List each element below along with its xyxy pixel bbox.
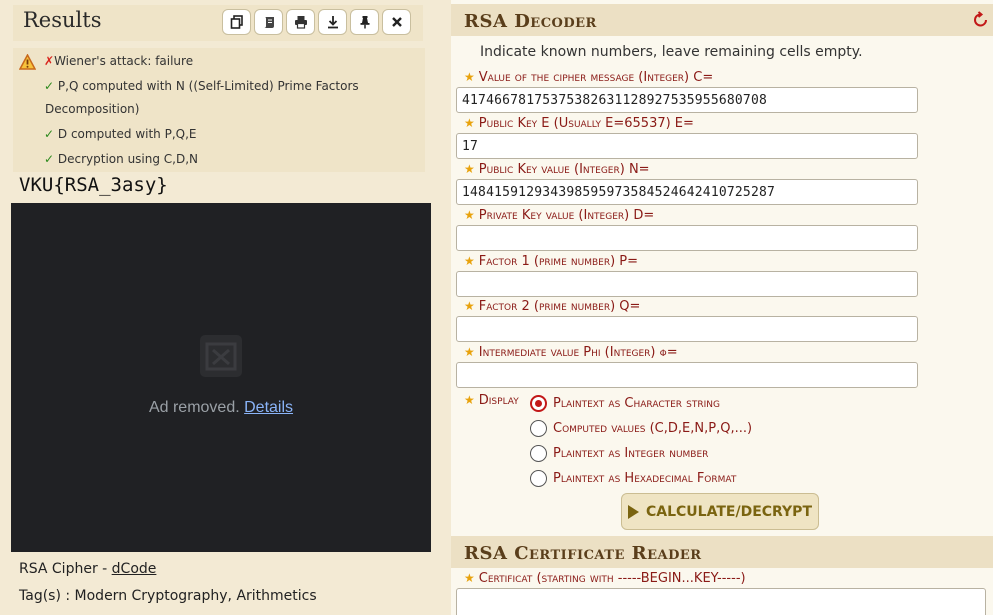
radio-computed-values[interactable]: Computed values (C,D,E,N,P,Q,...) [530,418,752,438]
radio-plaintext-hex[interactable]: Plaintext as Hexadecimal Format [530,468,736,488]
radio-button[interactable] [530,419,547,437]
field-label-d: ★ Private Key value (Integer) D= [464,208,654,223]
radio-label: Computed values (C,D,E,N,P,Q,...) [553,420,753,436]
field-label-q-text: Factor 2 (prime number) Q= [478,299,641,314]
log-attack-text: Wiener's attack: failure [54,54,194,68]
decoder-header: RSA Decoder [451,4,993,36]
ad-placeholder: Ad removed. Details [11,203,431,552]
decrypted-result[interactable]: VKU{RSA_3asy} [19,174,168,196]
radio-plaintext-integer[interactable]: Plaintext as Integer number [530,443,708,463]
results-title: Results [23,8,102,32]
star-icon: ★ [464,571,475,585]
field-label-phi: ★ Intermediate value Phi (Integer) φ= [464,345,678,360]
close-icon [391,17,402,27]
pin-button[interactable] [350,9,379,35]
field-label-n-text: Public Key value (Integer) N= [478,162,650,177]
cipher-c-input[interactable] [456,87,918,113]
calculate-label: CALCULATE/DECRYPT [646,503,812,520]
radio-label: Plaintext as Integer number [553,445,709,461]
log-d-line: ✓ D computed with P,Q,E [44,126,196,142]
star-icon: ★ [464,299,475,313]
download-button[interactable] [318,9,347,35]
copy-button[interactable] [222,9,251,35]
log-pq-cont: Decomposition) [45,102,140,116]
calculate-decrypt-button[interactable]: CALCULATE/DECRYPT [621,493,819,530]
public-key-e-input[interactable] [456,133,918,159]
cipher-name: RSA Cipher - [19,561,112,577]
star-icon: ★ [464,162,475,176]
field-label-phi-text: Intermediate value Phi (Integer) φ= [478,345,678,360]
field-label-d-text: Private Key value (Integer) D= [478,208,655,223]
log-decrypt-text: Decryption using C,D,N [57,152,199,166]
close-button[interactable] [382,9,411,35]
top-strip [95,0,395,4]
ad-removed-icon [200,335,242,377]
field-label-q: ★ Factor 2 (prime number) Q= [464,299,640,314]
factor-p-input[interactable] [456,271,918,297]
ad-text-label: Ad removed. [148,399,240,416]
star-icon: ★ [464,345,475,359]
download-icon [327,16,338,29]
public-key-n-input[interactable] [456,179,918,205]
results-header: Results [13,5,423,41]
radio-button[interactable] [530,444,547,462]
decoder-title: RSA Decoder [464,11,597,32]
star-icon: ★ [464,254,475,268]
pin-icon [360,16,369,29]
cert-field-label-text: Certificat (starting with -----BEGIN...K… [478,571,746,586]
rsa-decoder-panel: RSA Decoder Indicate known numbers, leav… [451,0,993,615]
log-attack-line: ✗Wiener's attack: failure [44,53,193,69]
field-label-n: ★ Public Key value (Integer) N= [464,162,650,177]
play-icon [628,504,639,519]
radio-plaintext-string[interactable]: Plaintext as Character string [530,393,720,413]
log-d-text: D computed with P,Q,E [57,127,197,141]
radio-label: Plaintext as Character string [553,395,720,411]
radio-button[interactable] [530,469,547,487]
print-button[interactable] [286,9,315,35]
script-button[interactable] [254,9,283,35]
field-label-p: ★ Factor 1 (prime number) P= [464,254,638,269]
results-log: ✗Wiener's attack: failure ✓ P,Q computed… [13,48,425,172]
cert-reader-title: RSA Certificate Reader [464,543,702,564]
log-pq-line: ✓ P,Q computed with N ((Self-Limited) Pr… [44,78,359,94]
certificate-textarea[interactable] [456,588,986,615]
scroll-icon [263,17,274,28]
radio-button-checked[interactable] [530,394,547,412]
print-icon [294,16,307,29]
results-panel: Results ✗Wiener's attack: failure ✓ P,Q … [0,0,437,615]
instructions: Indicate known numbers, leave remaining … [480,44,863,60]
factor-q-input[interactable] [456,316,918,342]
dcode-link[interactable]: dCode [112,561,157,577]
field-label-e: ★ Public Key E (Usually E=65537) E= [464,116,694,131]
fail-icon: ✗ [44,54,55,68]
star-icon: ★ [464,393,475,407]
cert-reader-header: RSA Certificate Reader [451,536,993,568]
field-label-e-text: Public Key E (Usually E=65537) E= [478,116,694,131]
private-key-d-input[interactable] [456,225,918,251]
radio-label: Plaintext as Hexadecimal Format [553,470,737,486]
log-decrypt-line: ✓ Decryption using C,D,N [44,151,198,167]
field-label-p-text: Factor 1 (prime number) P= [478,254,639,269]
field-label-c-text: Value of the cipher message (Integer) C= [478,70,714,85]
phi-input[interactable] [456,362,918,388]
star-icon: ★ [464,116,475,130]
check-icon: ✓ [44,79,55,93]
display-label: ★ Display [464,393,519,408]
ad-removed-text: Ad removed. Details [11,399,431,417]
check-icon: ✓ [44,152,55,166]
field-label-c: ★ Value of the cipher message (Integer) C… [464,70,713,85]
log-pq-text: P,Q computed with N ((Self-Limited) Prim… [57,79,359,93]
star-icon: ★ [464,70,475,84]
reset-icon[interactable] [972,11,990,29]
tags-line: Tag(s) : Modern Cryptography, Arithmetic… [19,588,317,604]
ad-details-link[interactable]: Details [244,399,293,416]
check-icon: ✓ [44,127,55,141]
star-icon: ★ [464,208,475,222]
warning-icon [19,54,36,70]
display-label-text: Display [478,393,519,408]
copy-icon [230,15,243,29]
cipher-line: RSA Cipher - dCode [19,561,156,577]
cert-field-label: ★ Certificat (starting with -----BEGIN...… [464,571,746,586]
